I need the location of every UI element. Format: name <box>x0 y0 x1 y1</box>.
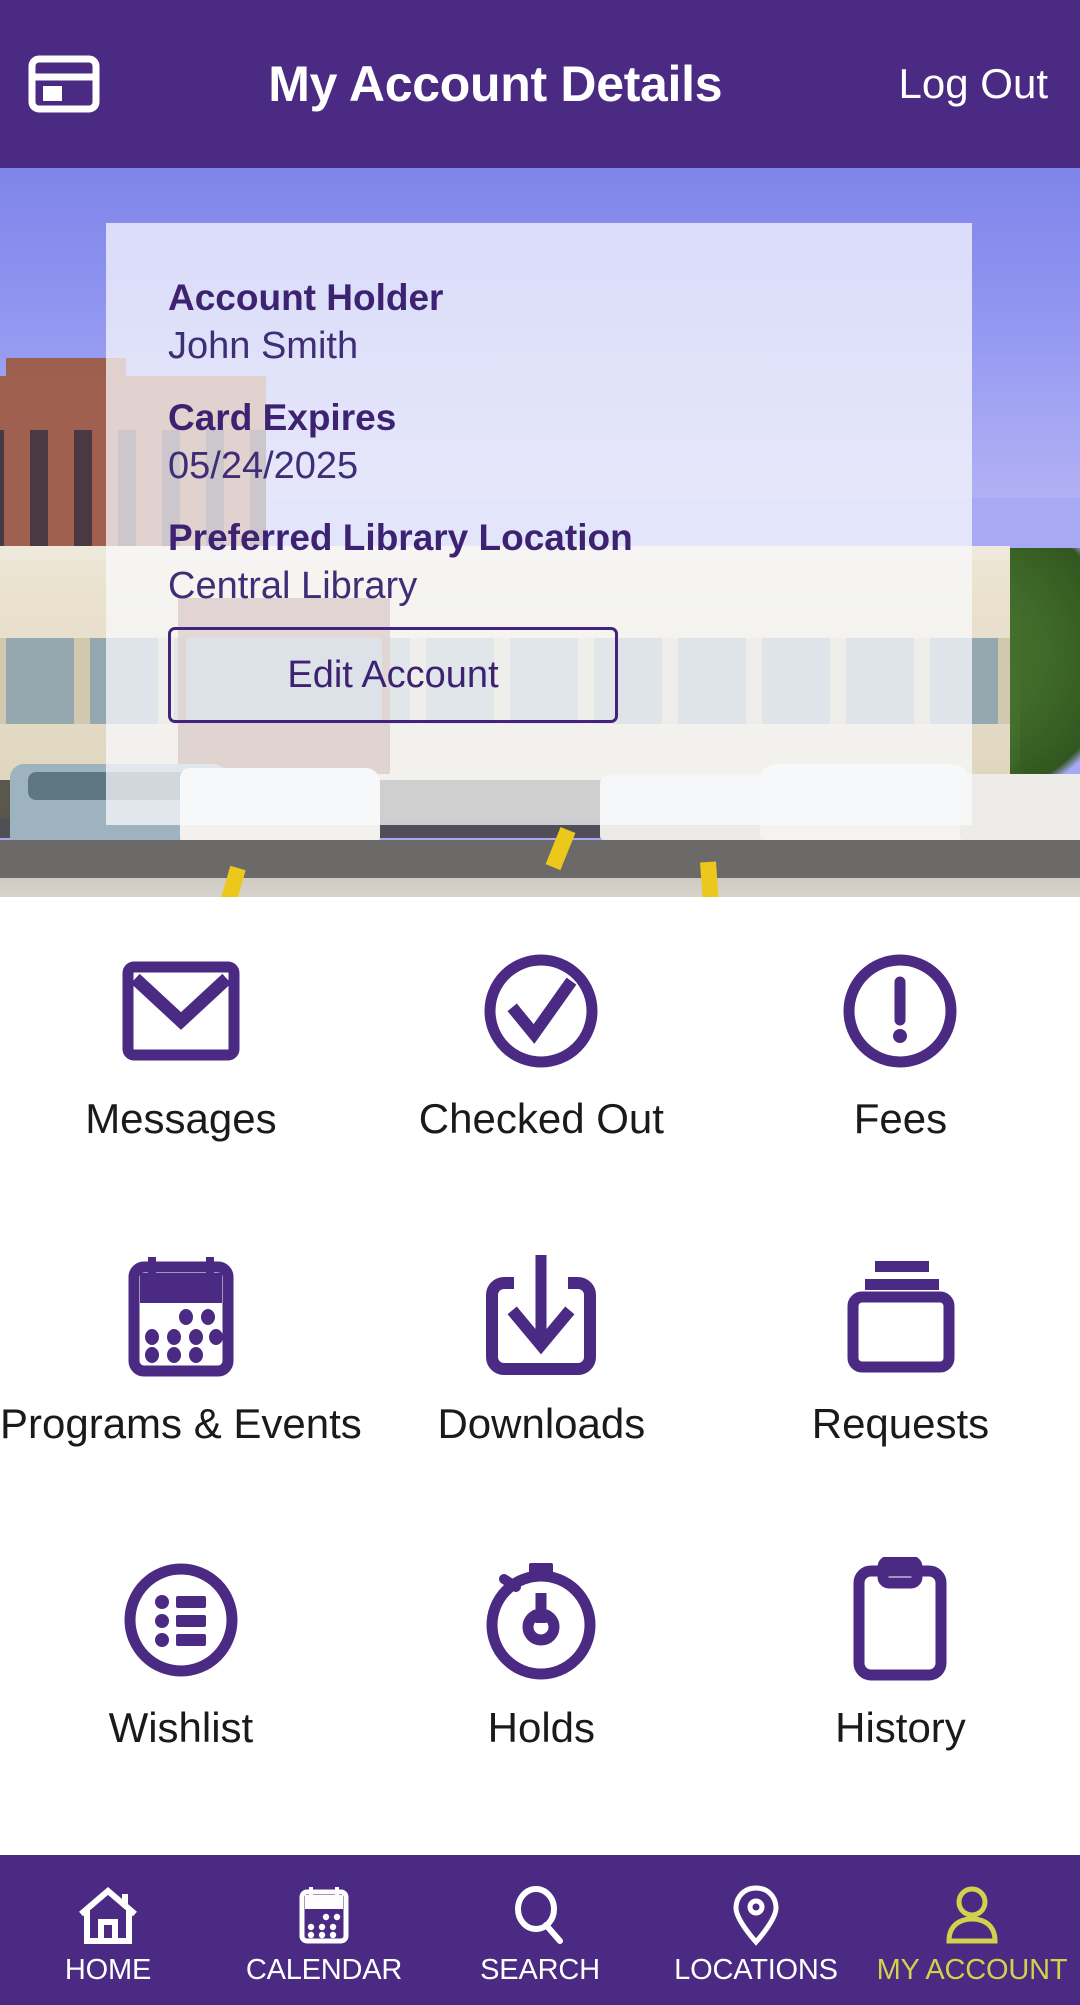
account-shortcut-grid: Messages Checked Out Fees Programs & Eve… <box>0 897 1080 1855</box>
tile-wishlist[interactable]: Wishlist <box>0 1542 362 1847</box>
app-root: My Account Details Log Out Account Holde… <box>0 0 1080 2005</box>
search-icon <box>511 1884 569 1946</box>
tile-label: Messages <box>85 1095 277 1142</box>
envelope-icon <box>120 947 242 1075</box>
tile-label: Requests <box>811 1399 990 1447</box>
tile-history[interactable]: History <box>721 1542 1080 1847</box>
check-circle-icon <box>480 947 602 1075</box>
nav-label: CALENDAR <box>245 1953 403 1986</box>
nav-label: MY ACCOUNT <box>876 1953 1068 1986</box>
stacked-boxes-icon <box>839 1252 961 1380</box>
preferred-location-value: Central Library <box>168 564 418 607</box>
card-expires-label: Card Expires <box>168 397 397 438</box>
person-icon <box>943 1884 1001 1946</box>
tile-programs-events[interactable]: Programs & Events <box>0 1238 362 1543</box>
hero-banner: Account Holder John Smith Card Expires 0… <box>0 168 1080 897</box>
preferred-location-label: Preferred Library Location <box>168 517 633 558</box>
nav-item-my-account[interactable]: MY ACCOUNT <box>864 1855 1080 2005</box>
page-title: My Account Details <box>268 56 723 112</box>
pin-icon <box>729 1884 783 1946</box>
nav-item-home[interactable]: HOME <box>0 1855 216 2005</box>
parked-car <box>960 774 1080 840</box>
nav-label: SEARCH <box>480 1953 600 1986</box>
nav-label: LOCATIONS <box>674 1953 838 1986</box>
nav-item-search[interactable]: SEARCH <box>432 1855 648 2005</box>
tile-requests[interactable]: Requests <box>721 1238 1080 1543</box>
card-expires-value: 05/24/2025 <box>168 444 359 487</box>
clipboard-icon <box>839 1556 961 1684</box>
tile-label: Wishlist <box>108 1704 254 1752</box>
parking-lot <box>0 878 1080 897</box>
tile-messages[interactable]: Messages <box>0 933 362 1238</box>
nav-item-calendar[interactable]: CALENDAR <box>216 1855 432 2005</box>
tile-label: History <box>835 1704 966 1752</box>
bottom-navigation: HOME CALENDAR SEARCH LOCATIONS MY ACCOUN… <box>0 1855 1080 2005</box>
calendar-icon <box>295 1884 353 1946</box>
tile-holds[interactable]: Holds <box>362 1542 721 1847</box>
tile-checked-out[interactable]: Checked Out <box>362 933 721 1238</box>
home-icon <box>77 1884 139 1946</box>
app-header: My Account Details Log Out <box>0 0 1080 168</box>
tile-label: Fees <box>853 1095 948 1142</box>
tile-label: Checked Out <box>418 1095 664 1142</box>
exclamation-circle-icon <box>839 947 961 1075</box>
nav-item-locations[interactable]: LOCATIONS <box>648 1855 864 2005</box>
tile-label: Programs & Events <box>0 1399 362 1447</box>
tile-label: Downloads <box>437 1399 646 1447</box>
logout-button[interactable]: Log Out <box>877 60 1052 108</box>
list-circle-icon <box>120 1556 242 1684</box>
download-icon <box>480 1252 602 1380</box>
account-holder-label: Account Holder <box>168 277 444 318</box>
nav-label: HOME <box>64 1953 152 1986</box>
account-info-card: Account Holder John Smith Card Expires 0… <box>106 223 972 825</box>
tile-downloads[interactable]: Downloads <box>362 1238 721 1543</box>
tile-fees[interactable]: Fees <box>721 933 1080 1238</box>
tile-label: Holds <box>487 1704 596 1752</box>
account-holder-value: John Smith <box>168 324 359 367</box>
stopwatch-icon <box>480 1556 602 1684</box>
library-card-icon <box>28 55 120 113</box>
calendar-icon <box>120 1252 242 1380</box>
edit-account-button[interactable]: Edit Account <box>168 627 618 723</box>
